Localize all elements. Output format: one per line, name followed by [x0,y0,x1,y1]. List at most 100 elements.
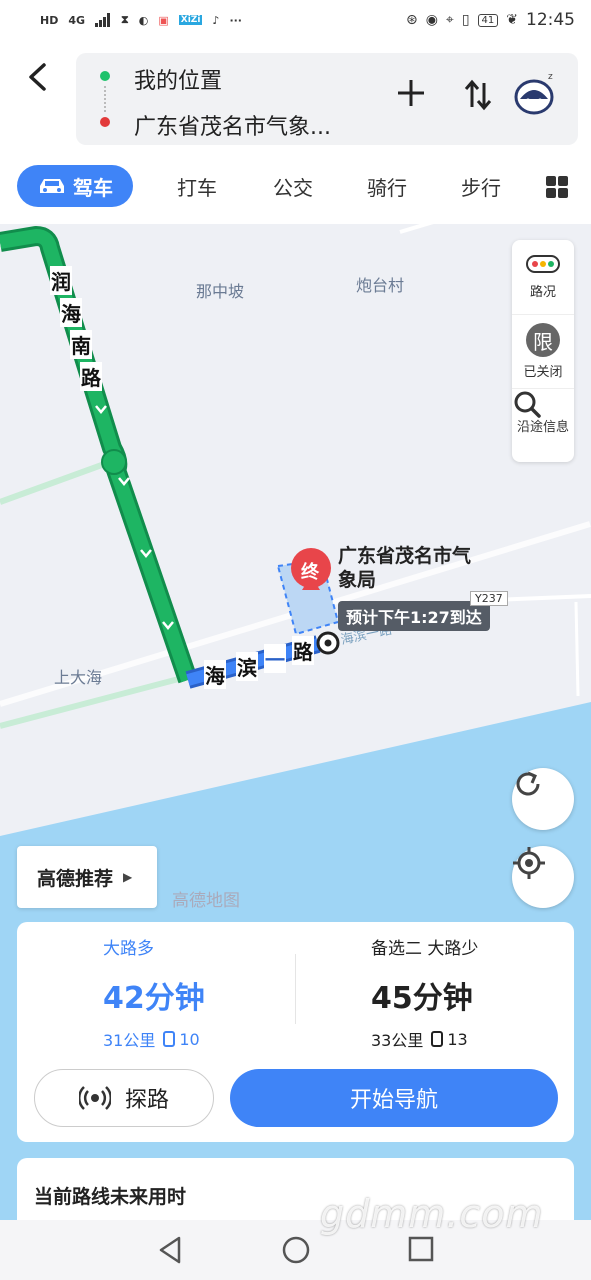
minor-road-green [0,459,112,505]
road-label-char: 路 [80,362,102,391]
road-label-char: 南 [70,330,92,359]
road-label-char: 路 [292,636,314,665]
refresh-button[interactable] [512,768,574,830]
search-icon [514,391,541,418]
site-watermark: gdmm.com [320,1192,544,1236]
svg-text:z: z [548,72,553,82]
back-icon[interactable] [22,62,52,98]
battery-indicator: 41 [477,13,499,27]
more-modes-icon[interactable] [546,176,568,198]
route-duration: 42分钟 [103,981,205,1016]
route-option-1[interactable]: 大路多 42分钟 31公里 10 [103,934,363,1051]
destination-field[interactable]: 广东省茂名市气象... [134,109,331,141]
end-dot-icon [100,117,110,127]
status-right-icons: ⊛ ◉ ⌖ ▯ 41 ❦ 12:45 [406,10,575,30]
road-label-char: 海 [204,660,226,689]
destination-marker-text: 终 [301,562,319,583]
refresh-icon [516,771,540,796]
map-watermark: 高德地图 [172,891,240,911]
route-header: 我的位置 广东省茂名市气象... z [0,40,591,158]
explore-route-label: 探路 [124,1088,169,1113]
leaf-icon: ❦ [506,12,518,28]
road-label-char: 润 [50,266,72,295]
clock: 12:45 [526,10,575,30]
browser-icon: ◐ [138,13,149,27]
traffic-label: 路况 [529,284,556,300]
locate-button[interactable] [512,846,574,908]
add-waypoint-icon[interactable] [396,77,426,117]
status-left-icons: HD 4G ⧗ ◐ ▣ XiZi ♪ ··· [40,13,242,27]
more-notifications-icon: ··· [229,13,242,27]
vibrate-icon: ▯ [461,12,470,28]
restriction-icon: 限 [526,323,560,357]
traffic-toggle[interactable]: 路况 [512,240,574,314]
restriction-toggle[interactable]: 限 已关闭 [512,314,574,388]
tab-bus[interactable]: 公交 [246,165,340,207]
play-arrow-icon: ▶ [123,870,133,884]
road-label-char: 海 [60,298,82,327]
recommend-button[interactable]: 高德推荐 ▶ [17,846,157,908]
route-meta: 31公里 10 [103,1027,363,1051]
car-icon [40,179,64,193]
status-bar: HD 4G ⧗ ◐ ▣ XiZi ♪ ··· ⊛ ◉ ⌖ ▯ 41 ❦ 12:4… [0,0,591,40]
traffic-light-count-icon [163,1031,176,1047]
map-place-label: 那中坡 [196,282,245,301]
nfc-icon: ⊛ [405,12,418,28]
route-options-card: 大路多 42分钟 31公里 10 备选二 大路少 45分钟 33公里 13 探路… [17,922,574,1142]
road-label-char: 滨 [236,652,258,681]
map-place-label: 上大海 [54,668,103,687]
route-connector [104,86,106,112]
nav-home-icon[interactable] [282,1236,310,1264]
route-divider [295,954,296,1024]
hd-indicator: HD [40,13,59,27]
nav-back-icon[interactable] [157,1236,183,1264]
traffic-light-icon [526,254,560,273]
start-dot-icon [100,71,110,81]
traffic-light-count-icon [431,1031,444,1047]
location-icon: ⌖ [445,12,454,28]
restriction-label: 已关闭 [523,365,563,380]
transport-mode-tabs: 驾车 打车 公交 骑行 步行 [0,158,591,224]
start-location-field[interactable]: 我的位置 [134,63,222,95]
route-input-box: 我的位置 广东省茂名市气象... z [76,53,578,145]
nav-recent-icon[interactable] [408,1236,434,1262]
route-distance: 31公里 [103,1031,156,1050]
app-icon: ▣ [158,13,169,27]
recommend-label: 高德推荐 [37,867,114,890]
map-tools-panel: 路况 限 已关闭 沿途信息 [512,240,574,462]
map-place-label: 炮台村 [356,276,405,295]
route-junction [101,449,127,475]
traffic-light-count: 10 [179,1029,200,1049]
signal-icon [95,13,111,27]
route-distance: 33公里 [371,1031,424,1050]
explore-route-button[interactable]: 探路 [34,1069,214,1127]
destination-name-label[interactable]: 广东省茂名市气象局 [338,544,488,592]
tiktok-icon: ♪ [212,13,220,27]
tab-drive-label: 驾车 [73,175,113,200]
road-label-char: 一 [264,644,286,673]
along-route-info-button[interactable]: 沿途信息 [512,388,574,462]
route-tag: 大路多 [103,939,154,959]
tab-taxi[interactable]: 打车 [150,165,244,207]
start-navigation-button[interactable]: 开始导航 [230,1069,558,1127]
swap-route-icon[interactable] [464,79,492,118]
locate-icon [513,847,545,879]
tab-ride[interactable]: 骑行 [340,165,434,207]
traffic-light-count: 13 [447,1029,468,1049]
route-meta: 33公里 13 [371,1027,591,1051]
route-line [0,229,195,683]
tab-walk[interactable]: 步行 [434,165,528,207]
eta-badge: 预计下午1:27到达 [338,601,490,631]
route-option-2[interactable]: 备选二 大路少 45分钟 33公里 13 [371,934,591,1051]
eye-icon: ◉ [425,12,438,28]
broadcast-icon [78,1086,111,1110]
future-time-title: 当前路线未来用时 [34,1186,187,1208]
network-indicator: 4G [68,13,86,27]
route-duration: 45分钟 [371,981,473,1016]
xizi-app-icon: XiZi [178,15,203,25]
tab-drive[interactable]: 驾车 [17,165,133,207]
assistant-avatar-icon[interactable]: z [514,71,558,115]
hourglass-icon: ⧗ [121,13,129,26]
minor-road [399,224,434,234]
route-tag: 备选二 大路少 [371,939,479,959]
